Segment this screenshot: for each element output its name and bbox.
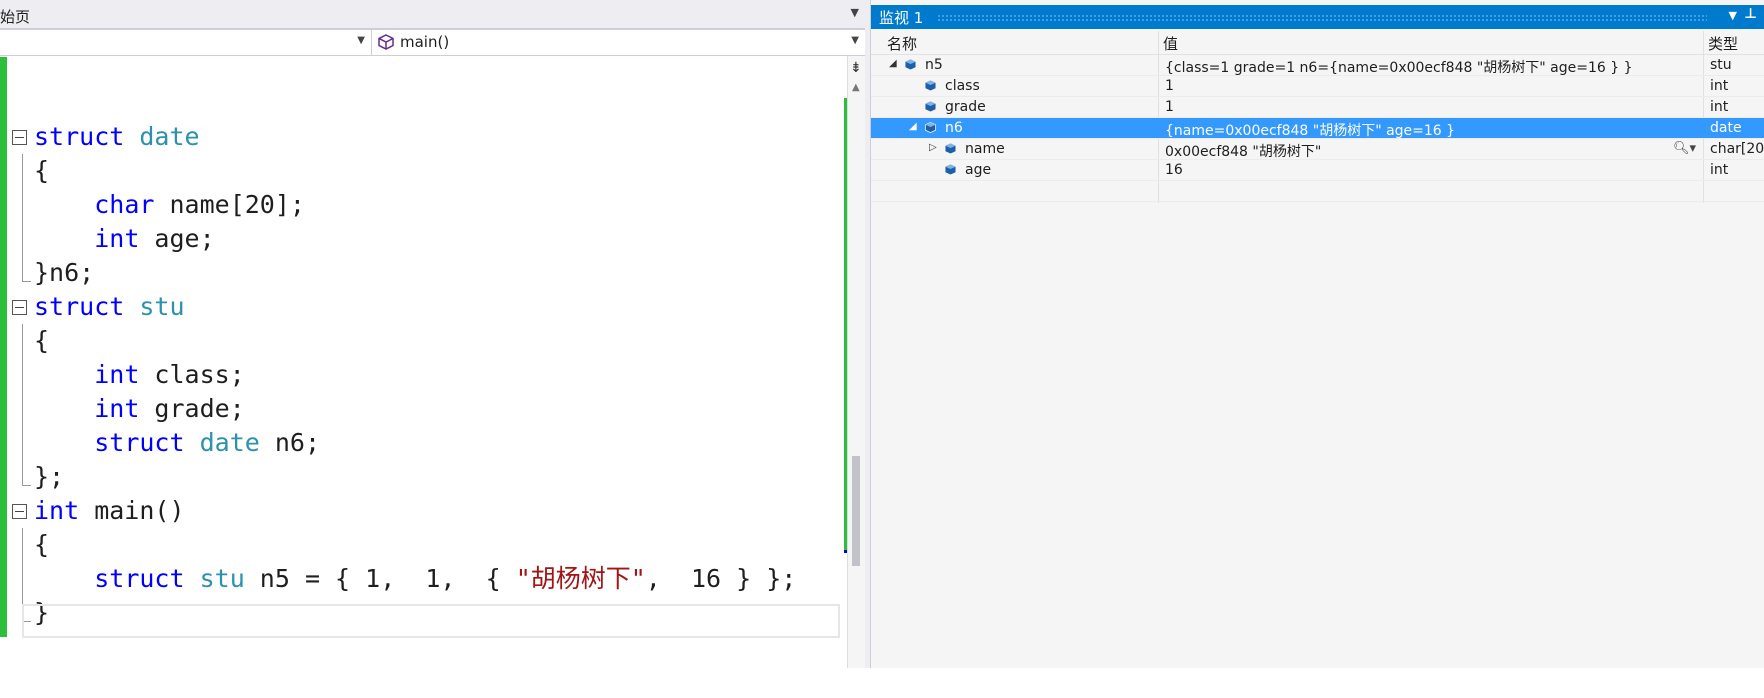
type-column-header[interactable]: 类型 — [1708, 33, 1738, 54]
current-line-highlight — [22, 604, 840, 638]
tab-dropdown-icon[interactable]: ▼ — [851, 6, 859, 19]
field-cube-icon — [925, 122, 936, 133]
scrollbar-thumb[interactable] — [852, 456, 860, 566]
code-line: int age; — [0, 222, 845, 256]
code-line: struct stu — [0, 290, 845, 324]
collapse-icon[interactable] — [12, 130, 27, 145]
window-menu-dropdown-icon[interactable]: ▼ — [1729, 9, 1737, 22]
code-line: struct stu n5 = { 1, 1, { "胡杨树下", 16 } }… — [0, 562, 845, 596]
watch-row-n6[interactable]: ◢ n6 {name=0x00ecf848 "胡杨树下" age=16 } da… — [871, 118, 1764, 139]
method-cube-icon — [378, 34, 394, 50]
expand-arrow-icon[interactable]: ▷ — [929, 142, 937, 153]
code-line: }; — [0, 460, 845, 494]
watch-row-empty[interactable] — [871, 181, 1764, 202]
code-line: { — [0, 154, 845, 188]
current-function-label: main() — [400, 33, 450, 51]
watch-column-header: 名称 值 类型 — [871, 31, 1764, 55]
chevron-down-icon: ▼ — [357, 35, 365, 46]
code-line: int grade; — [0, 392, 845, 426]
name-column-header[interactable]: 名称 — [887, 33, 917, 54]
collapse-arrow-icon[interactable]: ◢ — [889, 58, 897, 69]
field-cube-icon — [905, 59, 916, 70]
member-dropdown[interactable]: main() ▼ — [374, 30, 865, 55]
value-column-header[interactable]: 值 — [1163, 33, 1178, 54]
collapse-icon[interactable] — [12, 504, 27, 519]
split-window-icon[interactable]: ⇟ — [850, 60, 862, 76]
chevron-down-icon: ▼ — [851, 35, 859, 46]
code-line: { — [0, 528, 845, 562]
vertical-scrollbar[interactable]: ⇟ ▲ — [847, 56, 865, 668]
watch-title: 监视 1 — [879, 9, 924, 27]
editor-tab-title[interactable]: 始页 — [0, 6, 30, 27]
code-editor[interactable]: 始页 ▼ ▼ main() ▼ struct date { char name[… — [0, 0, 865, 668]
watch-window: 监视 1 ▼ ⊥ 名称 值 类型 ◢ n5 {class=1 grade=1 n… — [870, 0, 1764, 668]
collapse-arrow-icon[interactable]: ◢ — [909, 121, 917, 132]
code-line: int main() — [0, 494, 845, 528]
code-area[interactable]: struct date { char name[20]; int age; }n… — [0, 120, 845, 630]
field-cube-icon — [925, 80, 936, 91]
pin-icon[interactable]: ⊥ — [1744, 6, 1757, 22]
watch-row-n5[interactable]: ◢ n5 {class=1 grade=1 n6={name=0x00ecf84… — [871, 55, 1764, 76]
watch-title-bar: 监视 1 ▼ ⊥ — [871, 5, 1764, 29]
code-line: struct date — [0, 120, 845, 154]
editor-tab-bar: 始页 ▼ — [0, 0, 865, 30]
field-cube-icon — [925, 101, 936, 112]
code-line: char name[20]; — [0, 188, 845, 222]
code-line: int class; — [0, 358, 845, 392]
code-line: { — [0, 324, 845, 358]
scroll-up-icon[interactable]: ▲ — [852, 82, 860, 93]
watch-row-class[interactable]: class 1 int — [871, 76, 1764, 97]
watch-row-name[interactable]: ▷ name 0x00ecf848 "胡杨树下" 🔍︎▾ char[20] — [871, 139, 1764, 160]
code-line: struct date n6; — [0, 426, 845, 460]
field-cube-icon — [945, 164, 956, 175]
visualizer-magnifier-icon[interactable]: 🔍︎▾ — [1673, 141, 1696, 156]
collapse-icon[interactable] — [12, 300, 27, 315]
watch-row-grade[interactable]: grade 1 int — [871, 97, 1764, 118]
drag-grip[interactable] — [937, 14, 1707, 22]
scope-dropdown[interactable]: ▼ — [0, 30, 372, 55]
watch-row-age[interactable]: age 16 int — [871, 160, 1764, 181]
field-cube-icon — [945, 143, 956, 154]
code-line: }n6; — [0, 256, 845, 290]
navigation-bar: ▼ main() ▼ — [0, 30, 865, 56]
